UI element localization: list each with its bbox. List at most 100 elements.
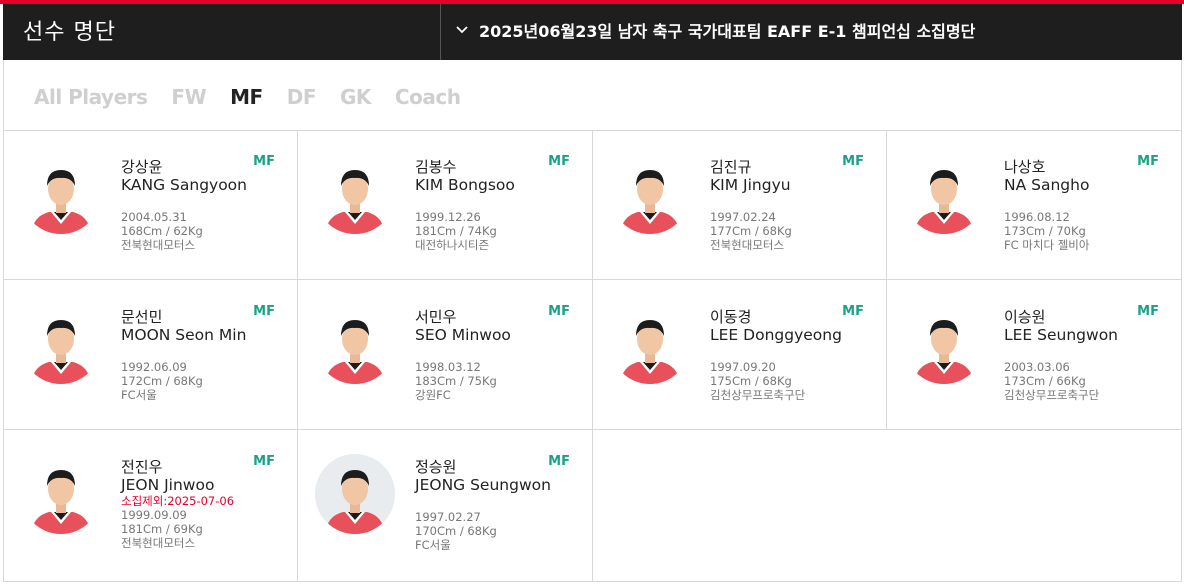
player-birthdate: 1999.09.09 (121, 508, 187, 522)
page-header: 선수 명단 2025년06월23일 남자 축구 국가대표팀 EAFF E-1 챔… (3, 4, 1182, 60)
player-name-en[interactable]: LEE Donggyeong (710, 326, 842, 344)
player-club: 전북현대모터스 (121, 238, 196, 252)
tab-fw[interactable]: FW (171, 85, 206, 109)
player-card[interactable]: 정승원 JEONG Seungwon MF 1997.02.27 170Cm /… (298, 430, 593, 581)
player-name-ko[interactable]: 이동경 (710, 306, 751, 327)
player-body: 173Cm / 70Kg (1004, 224, 1086, 238)
position-badge: MF (1137, 304, 1159, 319)
player-card[interactable]: 김진규 KIM Jingyu MF 1997.02.24 177Cm / 68K… (593, 130, 887, 280)
player-avatar[interactable] (21, 304, 101, 384)
player-grid: 강상윤 KANG Sangyoon MF 2004.05.31 168Cm / … (4, 130, 1181, 581)
player-card[interactable]: 이동경 LEE Donggyeong MF 1997.09.20 175Cm /… (593, 280, 887, 430)
player-meta: 2004.05.31 168Cm / 62Kg 전북현대모터스 (121, 210, 203, 252)
player-club: 대전하나시티즌 (415, 238, 490, 252)
player-photo (610, 304, 690, 384)
player-name-ko[interactable]: 문선민 (121, 306, 162, 327)
player-name-ko[interactable]: 나상호 (1004, 156, 1045, 177)
player-birthdate: 1997.02.27 (415, 510, 481, 524)
player-photo (21, 154, 101, 234)
position-badge: MF (842, 154, 864, 169)
player-avatar[interactable] (904, 154, 984, 234)
squad-selector[interactable]: 2025년06월23일 남자 축구 국가대표팀 EAFF E-1 챔피언십 소집… (455, 15, 975, 45)
player-avatar[interactable] (904, 304, 984, 384)
player-name-en[interactable]: MOON Seon Min (121, 326, 246, 344)
player-meta: 2003.03.06 173Cm / 66Kg 김천상무프로축구단 (1004, 360, 1099, 402)
player-avatar[interactable] (315, 454, 395, 534)
position-badge: MF (842, 304, 864, 319)
tab-coach[interactable]: Coach (395, 85, 461, 109)
player-avatar[interactable] (610, 154, 690, 234)
squad-selector-label: 2025년06월23일 남자 축구 국가대표팀 EAFF E-1 챔피언십 소집… (479, 22, 976, 41)
player-photo (315, 154, 395, 234)
player-avatar[interactable] (610, 304, 690, 384)
player-birthdate: 1998.03.12 (415, 360, 481, 374)
player-name-ko[interactable]: 김봉수 (415, 156, 456, 177)
player-avatar[interactable] (315, 304, 395, 384)
player-card[interactable]: 김봉수 KIM Bongsoo MF 1999.12.26 181Cm / 74… (298, 130, 593, 280)
tab-gk[interactable]: GK (340, 85, 371, 109)
player-card[interactable]: 이승원 LEE Seungwon MF 2003.03.06 173Cm / 6… (887, 280, 1181, 430)
player-body: 173Cm / 66Kg (1004, 374, 1086, 388)
player-card[interactable]: 전진우 JEON Jinwoo MF 소집제외:2025-07-06 1999.… (4, 430, 298, 581)
player-name-en[interactable]: JEONG Seungwon (415, 476, 551, 494)
player-club: 전북현대모터스 (710, 238, 785, 252)
player-meta: 1997.02.27 170Cm / 68Kg FC서울 (415, 510, 497, 552)
player-name-en[interactable]: JEON Jinwoo (121, 476, 214, 494)
player-birthdate: 1999.12.26 (415, 210, 481, 224)
player-card[interactable]: 강상윤 KANG Sangyoon MF 2004.05.31 168Cm / … (4, 130, 298, 280)
empty-cell (887, 430, 1181, 581)
position-badge: MF (548, 304, 570, 319)
player-card[interactable]: 나상호 NA Sangho MF 1996.08.12 173Cm / 70Kg… (887, 130, 1181, 280)
player-name-en[interactable]: NA Sangho (1004, 176, 1089, 194)
player-name-ko[interactable]: 이승원 (1004, 306, 1045, 327)
player-name-ko[interactable]: 전진우 (121, 456, 162, 477)
tab-mf[interactable]: MF (230, 85, 263, 109)
player-name-ko[interactable]: 서민우 (415, 306, 456, 327)
player-birthdate: 1996.08.12 (1004, 210, 1070, 224)
player-name-en[interactable]: KIM Jingyu (710, 176, 791, 194)
player-club: 전북현대모터스 (121, 536, 196, 550)
player-birthdate: 1992.06.09 (121, 360, 187, 374)
player-card[interactable]: 서민우 SEO Minwoo MF 1998.03.12 183Cm / 75K… (298, 280, 593, 430)
player-name-en[interactable]: LEE Seungwon (1004, 326, 1118, 344)
player-card[interactable]: 문선민 MOON Seon Min MF 1992.06.09 172Cm / … (4, 280, 298, 430)
player-body: 168Cm / 62Kg (121, 224, 203, 238)
player-name-ko[interactable]: 정승원 (415, 456, 456, 477)
player-avatar[interactable] (315, 154, 395, 234)
page-title: 선수 명단 (23, 20, 116, 45)
player-body: 181Cm / 69Kg (121, 522, 203, 536)
player-photo (904, 304, 984, 384)
player-meta: 소집제외:2025-07-06 1999.09.09 181Cm / 69Kg … (121, 494, 234, 550)
player-club: FC서울 (121, 388, 157, 402)
player-name-ko[interactable]: 강상윤 (121, 156, 162, 177)
empty-cell (593, 430, 887, 581)
position-tabs: All Players FW MF DF GK Coach (34, 84, 484, 110)
player-photo (21, 304, 101, 384)
player-birthdate: 2004.05.31 (121, 210, 187, 224)
player-name-en[interactable]: KIM Bongsoo (415, 176, 515, 194)
player-photo (21, 454, 101, 534)
player-meta: 1999.12.26 181Cm / 74Kg 대전하나시티즌 (415, 210, 497, 252)
player-meta: 1998.03.12 183Cm / 75Kg 강원FC (415, 360, 497, 402)
position-badge: MF (548, 154, 570, 169)
chevron-down-icon (456, 26, 468, 34)
player-birthdate: 1997.02.24 (710, 210, 776, 224)
player-birthdate: 1997.09.20 (710, 360, 776, 374)
roster-panel: All Players FW MF DF GK Coach 강상윤 KANG S… (3, 60, 1182, 582)
position-badge: MF (253, 454, 275, 469)
player-avatar[interactable] (21, 454, 101, 534)
player-name-ko[interactable]: 김진규 (710, 156, 751, 177)
position-badge: MF (253, 154, 275, 169)
player-name-en[interactable]: SEO Minwoo (415, 326, 511, 344)
player-name-en[interactable]: KANG Sangyoon (121, 176, 247, 194)
player-meta: 1997.09.20 175Cm / 68Kg 김천상무프로축구단 (710, 360, 805, 402)
player-club: FC서울 (415, 538, 451, 552)
player-photo (904, 154, 984, 234)
player-body: 177Cm / 68Kg (710, 224, 792, 238)
tab-all-players[interactable]: All Players (34, 85, 148, 109)
player-photo (315, 304, 395, 384)
tab-df[interactable]: DF (287, 85, 317, 109)
player-body: 183Cm / 75Kg (415, 374, 497, 388)
position-badge: MF (548, 454, 570, 469)
player-avatar[interactable] (21, 154, 101, 234)
